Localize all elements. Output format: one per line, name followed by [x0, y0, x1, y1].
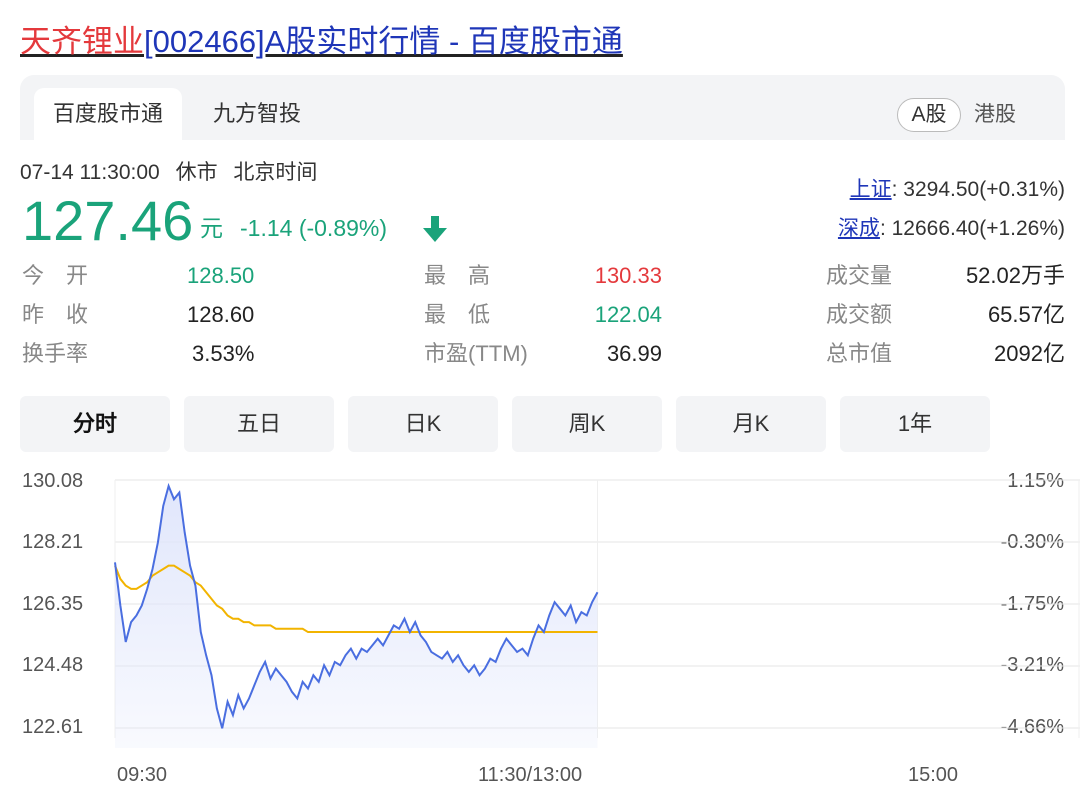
intraday-chart[interactable]	[0, 460, 1080, 760]
market-cap-value: 2092亿	[994, 341, 1065, 366]
arrow-down-icon	[423, 216, 447, 242]
x-tick-label: 09:30	[117, 764, 168, 786]
tab-jiufang[interactable]: 九方智投	[192, 88, 322, 140]
x-tick-label: 15:00	[908, 764, 959, 786]
open-label: 今 开	[22, 263, 89, 288]
amount-label: 成交额	[826, 302, 893, 327]
amount-value: 65.57亿	[987, 302, 1065, 327]
period-1year-button[interactable]: 1年	[840, 396, 990, 452]
timezone-label: 北京时间	[233, 161, 318, 184]
price-change: -1.14 (-0.89%)	[240, 215, 388, 241]
index-shanghai-link[interactable]: 上证	[850, 178, 892, 201]
market-a-share-button[interactable]: A股	[897, 98, 961, 132]
period-monthly-k-button[interactable]: 月K	[676, 396, 826, 452]
high-value: 130.33	[594, 263, 662, 288]
period-intraday-button[interactable]: 分时	[20, 396, 170, 452]
market-cap-label: 总市值	[826, 341, 893, 366]
pe-value: 36.99	[606, 341, 662, 366]
current-price: 127.46	[22, 189, 194, 252]
index-shenzhen-link[interactable]: 深成	[838, 217, 880, 240]
low-label: 最 低	[424, 302, 491, 327]
market-hk-button[interactable]: 港股	[974, 98, 1016, 132]
index-shanghai: 上证: 3294.50(+0.31%)	[850, 174, 1065, 206]
index-shanghai-value: : 3294.50(+0.31%)	[891, 178, 1065, 201]
x-tick-label: 11:30/13:00	[478, 764, 583, 786]
pe-label: 市盈(TTM)	[424, 341, 528, 366]
period-5day-button[interactable]: 五日	[184, 396, 334, 452]
page-title[interactable]: 天齐锂业[002466]A股实时行情 - 百度股市通	[20, 22, 623, 62]
turnover-value: 3.53%	[192, 341, 255, 366]
index-shenzhen-value: : 12666.40(+1.26%)	[879, 217, 1065, 240]
quote-datetime: 07-14 11:30:00	[20, 161, 160, 184]
prev-close-label: 昨 收	[22, 302, 89, 327]
stock-name-link[interactable]: 天齐锂业	[20, 24, 144, 59]
prev-close-value: 128.60	[187, 302, 255, 327]
turnover-label: 换手率	[22, 341, 89, 366]
open-value: 128.50	[187, 263, 255, 288]
tab-baidu-stock[interactable]: 百度股市通	[34, 88, 182, 140]
volume-value: 52.02万手	[965, 263, 1065, 288]
period-daily-k-button[interactable]: 日K	[348, 396, 498, 452]
low-value: 122.04	[594, 302, 662, 327]
price-area	[115, 485, 598, 748]
high-label: 最 高	[424, 263, 491, 288]
quote-time: 07-14 11:30:00 休市 北京时间	[20, 158, 327, 188]
title-link[interactable]: [002466]A股实时行情 - 百度股市通	[144, 24, 623, 59]
price-unit: 元	[200, 215, 223, 241]
volume-label: 成交量	[826, 263, 893, 288]
source-tabbar: 百度股市通 九方智投 A股 港股	[20, 75, 1065, 140]
index-shenzhen: 深成: 12666.40(+1.26%)	[838, 213, 1065, 245]
period-weekly-k-button[interactable]: 周K	[512, 396, 662, 452]
market-status: 休市	[175, 161, 218, 184]
